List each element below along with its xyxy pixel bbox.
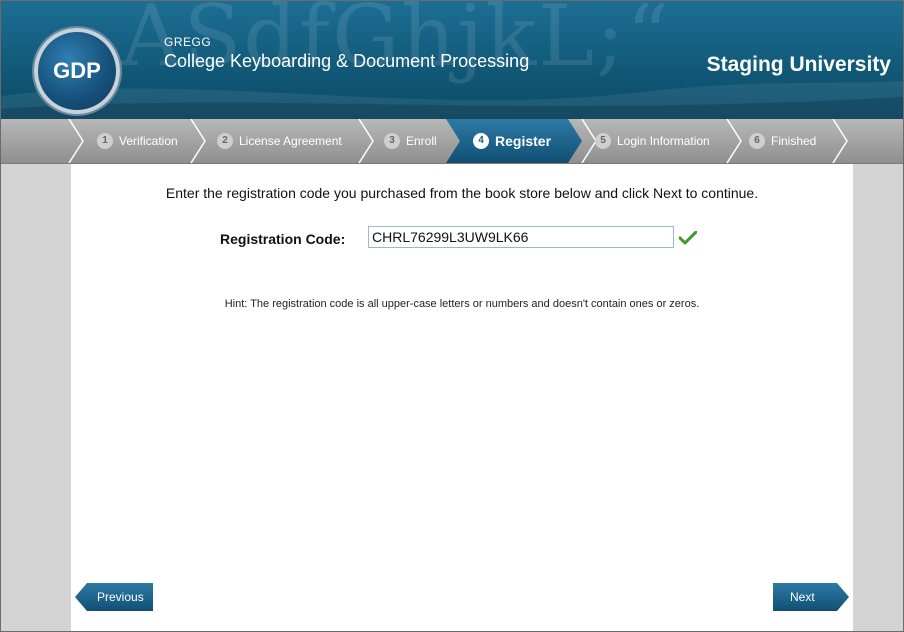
step-label: License Agreement [239, 134, 342, 148]
hint-text: Hint: The registration code is all upper… [224, 298, 700, 310]
step-label: Login Information [617, 134, 710, 148]
header-banner: ASdfGhjkL;“ GDP GREGG College Keyboardin… [1, 1, 903, 119]
window-frame: ASdfGhjkL;“ GDP GREGG College Keyboardin… [0, 0, 904, 632]
step-register: 4 Register [473, 119, 551, 163]
step-finished: 6 Finished [749, 119, 816, 163]
step-number: 3 [384, 133, 400, 149]
step-verification: 1 Verification [97, 119, 178, 163]
progress-steps: 1 Verification 2 License Agreement 3 Enr… [1, 119, 903, 164]
step-login-information: 5 Login Information [595, 119, 710, 163]
step-label: Enroll [406, 134, 437, 148]
step-number: 1 [97, 133, 113, 149]
step-number: 4 [473, 133, 489, 149]
gdp-logo: GDP [34, 28, 120, 114]
previous-button[interactable]: Previous [75, 583, 153, 611]
step-number: 6 [749, 133, 765, 149]
school-name: Staging University [706, 53, 891, 76]
next-button-label: Next [790, 590, 815, 604]
step-enroll: 3 Enroll [384, 119, 437, 163]
product-title: College Keyboarding & Document Processin… [164, 51, 530, 71]
step-license-agreement: 2 License Agreement [217, 119, 342, 163]
next-button[interactable]: Next [773, 583, 849, 611]
step-label: Finished [771, 134, 817, 148]
registration-code-label: Registration Code: [220, 231, 346, 247]
brand-publisher: GREGG [164, 35, 212, 49]
step-number: 5 [595, 133, 611, 149]
previous-button-label: Previous [97, 590, 144, 604]
step-number: 2 [217, 133, 233, 149]
valid-check-icon [679, 231, 697, 245]
main-panel: Enter the registration code you purchase… [71, 164, 853, 631]
registration-code-input[interactable] [368, 226, 674, 248]
step-label: Verification [119, 134, 178, 148]
logo-text: GDP [53, 58, 101, 83]
instructions-text: Enter the registration code you purchase… [165, 185, 759, 201]
step-label: Register [495, 133, 552, 149]
